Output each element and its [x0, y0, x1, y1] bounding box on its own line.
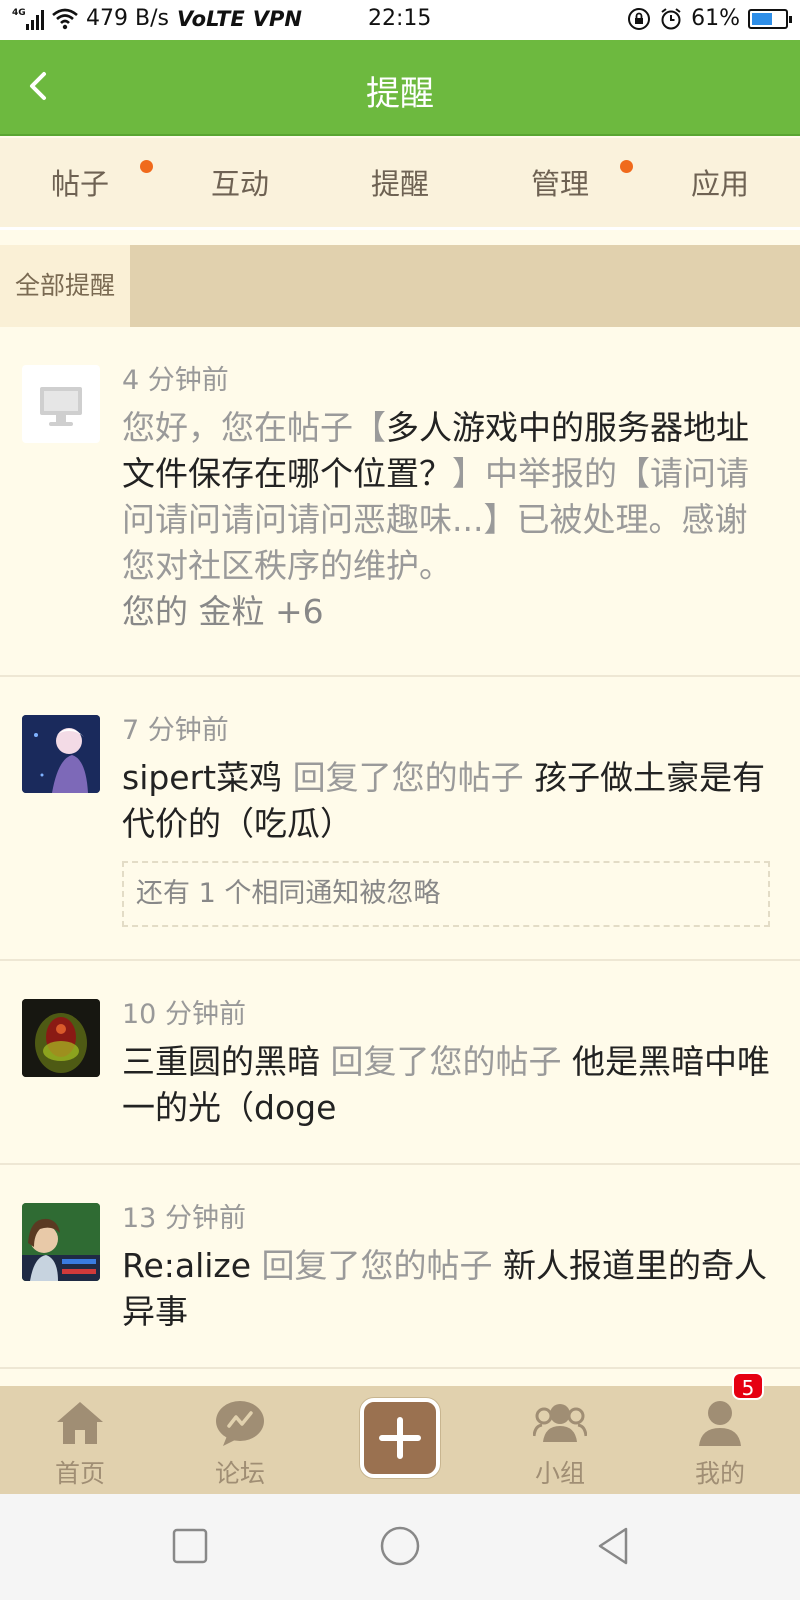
tab-manage[interactable]: 管理	[480, 138, 640, 227]
unread-dot	[620, 160, 633, 173]
nav-add[interactable]	[320, 1386, 480, 1494]
notification-message: Re:alize 回复了您的帖子 新人报道里的奇人异事	[122, 1246, 768, 1331]
list-item[interactable]: 7 分钟前 sipert菜鸡 回复了您的帖子 孩子做土豪是有代价的（吃瓜） 还有…	[0, 677, 800, 961]
battery-icon	[748, 8, 792, 29]
nav-mine[interactable]: 5 我的	[640, 1372, 800, 1494]
avatar-image	[22, 1203, 100, 1281]
avatar-image	[22, 715, 100, 793]
tab-posts[interactable]: 帖子	[0, 138, 160, 227]
tab-label: 管理	[530, 167, 589, 201]
forum-icon	[216, 1401, 264, 1446]
tab-apps[interactable]: 应用	[640, 138, 800, 227]
nav-label: 我的	[694, 1459, 745, 1488]
add-post-button[interactable]	[360, 1398, 440, 1478]
plus-icon	[379, 1417, 421, 1459]
filter-all-reminders[interactable]: 全部提醒	[0, 245, 130, 327]
nav-group[interactable]: 小组	[480, 1386, 640, 1494]
user-avatar[interactable]	[22, 1203, 100, 1281]
volte-indicator: VoLTE	[176, 6, 245, 31]
alarm-icon	[661, 7, 681, 29]
profile-icon	[699, 1401, 741, 1446]
wifi-icon	[52, 8, 78, 29]
rotation-lock-icon	[628, 7, 651, 30]
recents-square-icon[interactable]	[168, 1524, 212, 1568]
page-title: 提醒	[366, 74, 434, 114]
reward-text: 您的 金粒 +6	[122, 592, 324, 631]
notification-message: 三重圆的黑暗 回复了您的帖子 他是黑暗中唯一的光（doge	[122, 1042, 770, 1127]
notification-time: 10 分钟前	[122, 999, 246, 1030]
tab-label: 互动	[210, 167, 269, 201]
back-triangle-icon[interactable]	[592, 1524, 636, 1568]
notification-list: 4 分钟前 您好，您在帖子【多人游戏中的服务器地址文件保存在哪个位置？】中举报的…	[0, 327, 800, 1369]
home-circle-icon[interactable]	[378, 1524, 422, 1568]
avatar-image	[22, 999, 100, 1077]
nav-forum[interactable]: 论坛	[160, 1386, 320, 1494]
ignored-notice[interactable]: 还有 1 个相同通知被忽略	[122, 861, 770, 927]
user-avatar[interactable]	[22, 999, 100, 1077]
username-link[interactable]: 三重圆的黑暗	[122, 1042, 320, 1081]
nav-home[interactable]: 首页	[0, 1386, 160, 1494]
signal-icon: 4G	[12, 8, 44, 30]
bottom-navigation: 首页 论坛 小组 5 我的	[0, 1372, 800, 1494]
tab-label: 应用	[690, 167, 749, 201]
home-icon	[57, 1402, 103, 1444]
user-avatar[interactable]	[22, 715, 100, 793]
notification-time: 13 分钟前	[122, 1203, 246, 1234]
list-item[interactable]: 4 分钟前 您好，您在帖子【多人游戏中的服务器地址文件保存在哪个位置？】中举报的…	[0, 327, 800, 677]
battery-percent: 61%	[691, 6, 740, 31]
tab-label: 提醒	[370, 167, 429, 201]
notification-time: 4 分钟前	[122, 365, 229, 396]
nav-label: 首页	[54, 1459, 105, 1488]
list-item[interactable]: 13 分钟前 Re:alize 回复了您的帖子 新人报道里的奇人异事	[0, 1165, 800, 1369]
group-icon	[532, 1404, 588, 1442]
app-header: 提醒	[0, 40, 800, 136]
unread-dot	[140, 160, 153, 173]
system-navigation-bar	[0, 1494, 800, 1600]
nav-label: 论坛	[214, 1459, 265, 1488]
username-link[interactable]: sipert菜鸡	[122, 758, 282, 797]
system-avatar	[22, 365, 100, 443]
status-bar: 4G 479 B/s VoLTE VPN 22:15 61%	[0, 0, 800, 40]
vpn-indicator: VPN	[252, 6, 302, 31]
filter-bar: 全部提醒	[0, 245, 800, 327]
notification-message: 您好，您在帖子【多人游戏中的服务器地址文件保存在哪个位置？】中举报的【请问请问请…	[122, 408, 749, 585]
network-speed: 479 B/s	[86, 6, 169, 31]
nav-label: 小组	[534, 1459, 585, 1488]
tab-bar: 帖子 互动 提醒 管理 应用	[0, 138, 800, 230]
notification-badge: 5	[732, 1372, 764, 1400]
username-link[interactable]: Re:alize	[122, 1246, 251, 1285]
tab-reminders[interactable]: 提醒	[320, 138, 480, 227]
tab-interaction[interactable]: 互动	[160, 138, 320, 227]
notification-message: sipert菜鸡 回复了您的帖子 孩子做土豪是有代价的（吃瓜）	[122, 758, 766, 843]
notification-time: 7 分钟前	[122, 715, 229, 746]
monitor-icon	[40, 387, 82, 426]
tab-label: 帖子	[50, 167, 109, 201]
list-item[interactable]: 10 分钟前 三重圆的黑暗 回复了您的帖子 他是黑暗中唯一的光（doge	[0, 961, 800, 1165]
clock: 22:15	[368, 6, 432, 31]
